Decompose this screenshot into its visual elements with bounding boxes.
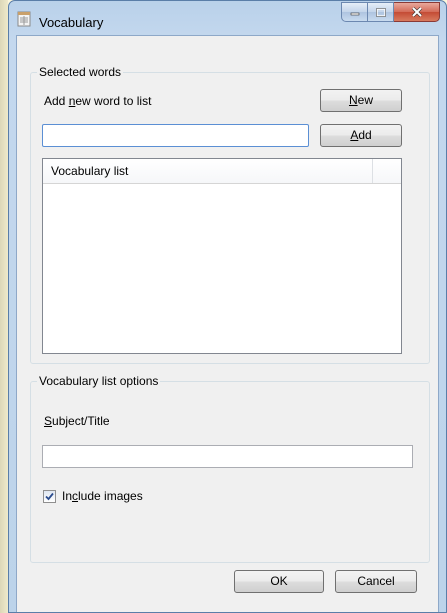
document-icon bbox=[17, 11, 31, 27]
column-header-vocabulary-list[interactable]: Vocabulary list bbox=[43, 159, 373, 183]
subject-title-label: Subject/Title bbox=[44, 414, 110, 428]
minimize-icon bbox=[350, 12, 359, 16]
selected-words-group: Selected words Add new word to list New … bbox=[30, 65, 430, 364]
include-images-label[interactable]: Include images bbox=[62, 489, 143, 503]
window-title: Vocabulary bbox=[39, 15, 104, 30]
maximize-icon bbox=[375, 7, 386, 17]
add-new-word-label: Add new word to list bbox=[44, 94, 152, 108]
title-bar[interactable]: Vocabulary bbox=[9, 1, 446, 35]
checkmark-icon bbox=[45, 492, 54, 501]
vocabulary-dialog: Vocabulary Selected words Add new word t… bbox=[8, 0, 447, 613]
new-word-input[interactable] bbox=[42, 124, 309, 147]
close-icon bbox=[411, 7, 422, 17]
vocabulary-options-group: Vocabulary list options Subject/Title In… bbox=[30, 374, 430, 563]
new-button[interactable]: New bbox=[320, 89, 402, 112]
close-button[interactable] bbox=[394, 2, 440, 22]
vocabulary-options-group-label: Vocabulary list options bbox=[37, 374, 161, 388]
cancel-button[interactable]: Cancel bbox=[335, 570, 417, 593]
caption-buttons bbox=[341, 2, 440, 22]
subject-title-input[interactable] bbox=[42, 445, 413, 468]
background-edge bbox=[0, 0, 8, 613]
maximize-button[interactable] bbox=[368, 2, 394, 22]
column-header-empty bbox=[373, 159, 401, 183]
listview-header: Vocabulary list bbox=[43, 159, 401, 184]
include-images-checkbox[interactable] bbox=[43, 490, 56, 503]
selected-words-group-label: Selected words bbox=[37, 65, 124, 79]
ok-button[interactable]: OK bbox=[234, 570, 324, 593]
add-button[interactable]: Add bbox=[320, 124, 402, 147]
minimize-button[interactable] bbox=[341, 2, 368, 22]
dialog-client-area: Selected words Add new word to list New … bbox=[16, 35, 439, 612]
vocabulary-listview[interactable]: Vocabulary list bbox=[42, 158, 402, 354]
